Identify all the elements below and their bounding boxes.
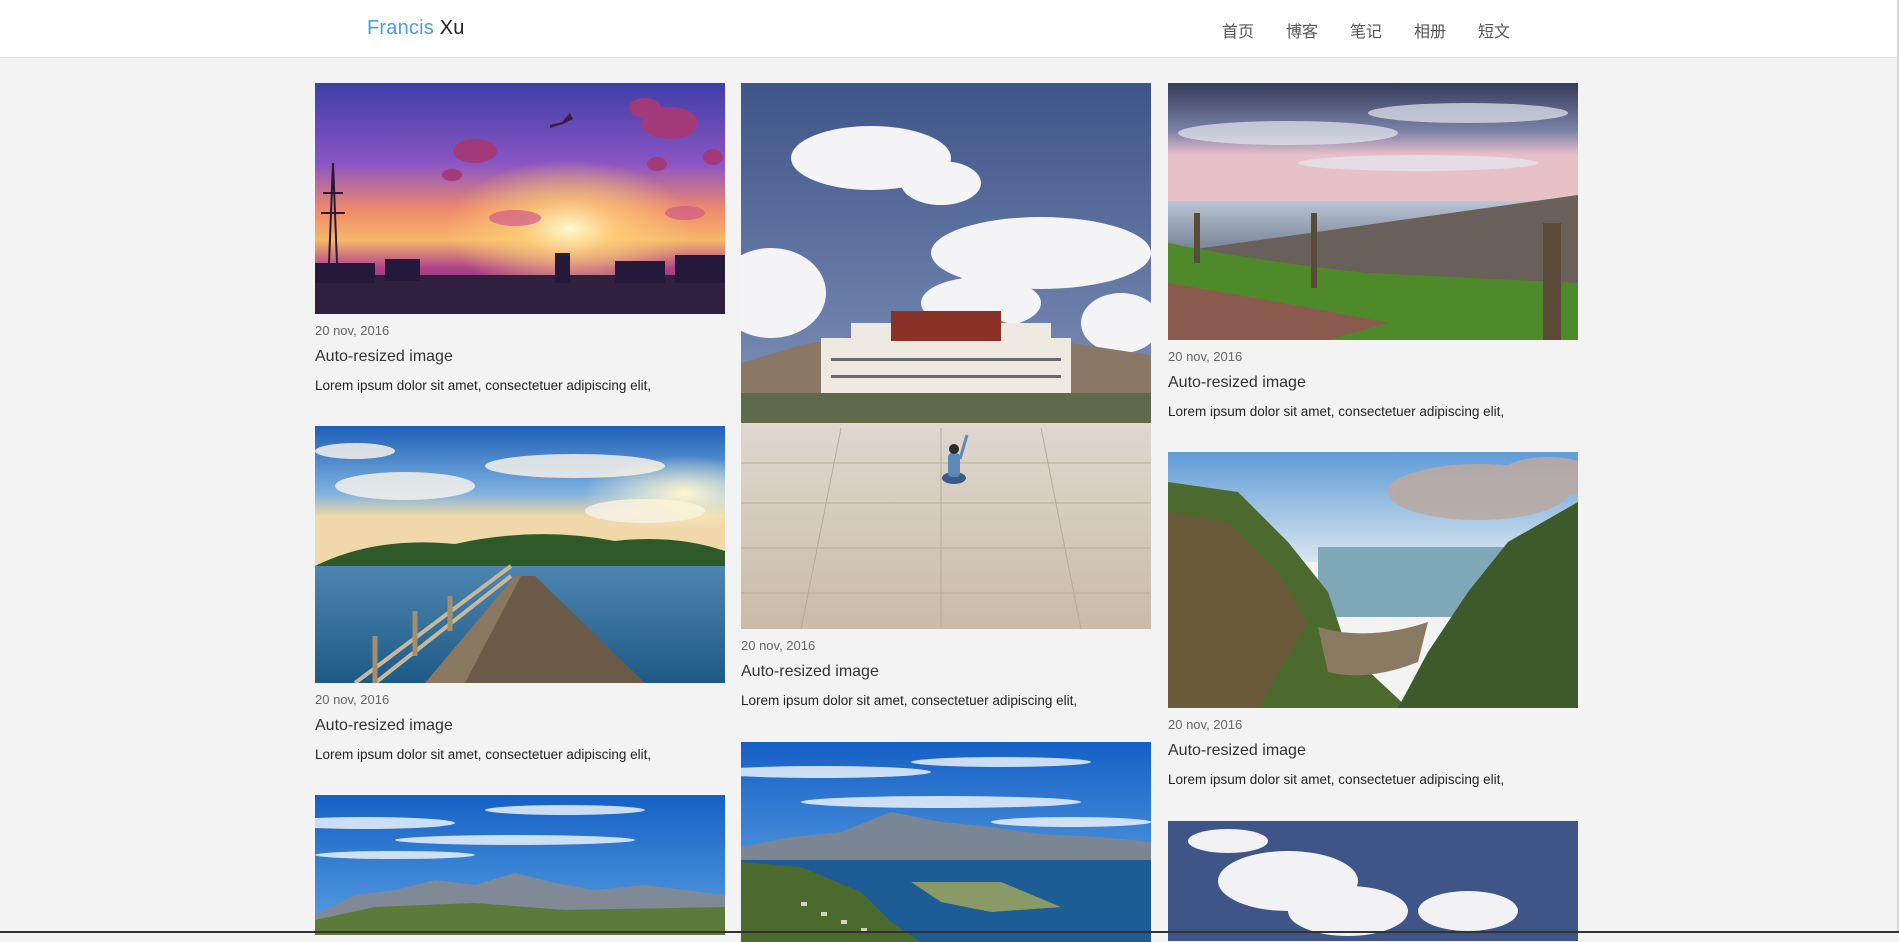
photo-card[interactable] [1168, 821, 1578, 941]
clouds-sky-photo[interactable] [1168, 821, 1578, 941]
brand-last-name: Xu [439, 17, 465, 39]
post-title[interactable]: Auto-resized image [315, 348, 725, 368]
post-title[interactable]: Auto-resized image [1168, 374, 1578, 394]
boardwalk-lake-photo[interactable] [315, 426, 725, 683]
potala-palace-photo[interactable] [741, 83, 1151, 629]
nav-item-album[interactable]: 相册 [1414, 18, 1478, 42]
post-excerpt: Lorem ipsum dolor sit amet, consectetuer… [1168, 404, 1505, 419]
post-title[interactable]: Auto-resized image [315, 717, 725, 737]
post-excerpt: Lorem ipsum dolor sit amet, consectetuer… [741, 693, 1078, 708]
brand-first-name: Francis [367, 17, 434, 39]
beach-coastline-photo[interactable] [1168, 83, 1578, 340]
photo-card[interactable]: 20 nov, 2016 Auto-resized image Lorem ip… [315, 426, 725, 795]
photo-card[interactable]: 20 nov, 2016 Auto-resized image Lorem ip… [1168, 83, 1578, 452]
gallery-column-2: 20 nov, 2016 Auto-resized image Lorem ip… [741, 83, 1151, 942]
post-title[interactable]: Auto-resized image [1168, 742, 1578, 762]
post-date: 20 nov, 2016 [315, 323, 390, 338]
post-date: 20 nov, 2016 [741, 638, 816, 653]
post-excerpt: Lorem ipsum dolor sit amet, consectetuer… [315, 747, 652, 762]
gallery-column-3: 20 nov, 2016 Auto-resized image Lorem ip… [1168, 83, 1578, 941]
photo-card[interactable]: 20 nov, 2016 Auto-resized image Lorem ip… [1168, 452, 1578, 821]
photo-card[interactable] [741, 742, 1151, 942]
coastal-cliffs-photo[interactable] [1168, 452, 1578, 708]
main-nav: 首页 博客 笔记 相册 短文 [1222, 18, 1542, 42]
photo-card[interactable]: 20 nov, 2016 Auto-resized image Lorem ip… [315, 83, 725, 426]
photo-card[interactable] [315, 795, 725, 935]
nav-item-notes[interactable]: 笔记 [1350, 18, 1414, 42]
top-navbar: Francis Xu 首页 博客 笔记 相册 短文 [0, 0, 1899, 58]
nav-item-home[interactable]: 首页 [1222, 18, 1286, 42]
sunset-anime-photo[interactable] [315, 83, 725, 314]
site-brand-link[interactable]: Francis Xu [367, 17, 465, 40]
post-date: 20 nov, 2016 [1168, 717, 1243, 732]
post-title[interactable]: Auto-resized image [741, 663, 1151, 683]
photo-card[interactable]: 20 nov, 2016 Auto-resized image Lorem ip… [741, 83, 1151, 742]
post-date: 20 nov, 2016 [315, 692, 390, 707]
gallery-column-1: 20 nov, 2016 Auto-resized image Lorem ip… [315, 83, 725, 935]
queenstown-lake-photo[interactable] [741, 742, 1151, 942]
nav-item-essays[interactable]: 短文 [1478, 18, 1542, 42]
post-excerpt: Lorem ipsum dolor sit amet, consectetuer… [1168, 772, 1505, 787]
nav-item-blog[interactable]: 博客 [1286, 18, 1350, 42]
mountain-lake-photo[interactable] [315, 795, 725, 935]
post-excerpt: Lorem ipsum dolor sit amet, consectetuer… [315, 378, 652, 393]
post-date: 20 nov, 2016 [1168, 349, 1243, 364]
